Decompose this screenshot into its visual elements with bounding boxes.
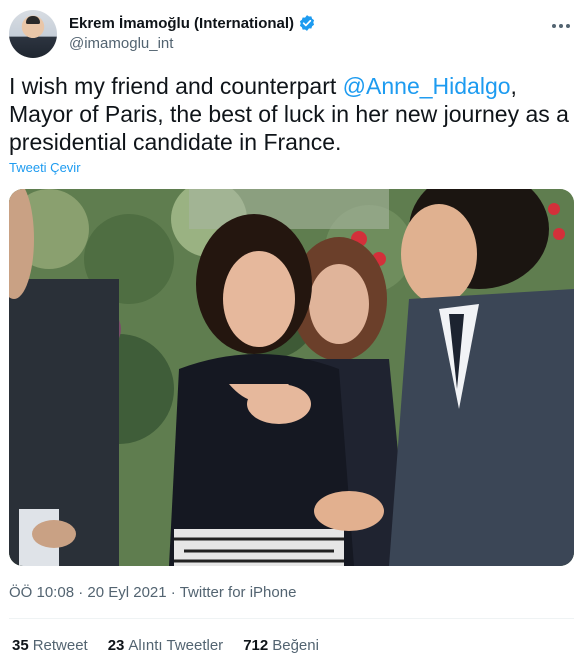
retweet-label: Retweet <box>32 637 88 654</box>
tweet-stats: 35 Retweet 23 Alıntı Tweetler 712 Beğeni <box>12 637 319 654</box>
retweet-count: 35 <box>12 637 29 654</box>
like-label: Beğeni <box>272 637 319 654</box>
quote-stat[interactable]: 23 Alıntı Tweetler <box>108 637 223 654</box>
avatar[interactable] <box>9 10 57 58</box>
tweet-meta: ÖÖ 10:08 · 20 Eyl 2021 · Twitter for iPh… <box>9 584 296 601</box>
verified-badge-icon <box>299 15 315 31</box>
more-horizontal-icon[interactable] <box>549 14 573 38</box>
tweet-time[interactable]: ÖÖ 10:08 <box>9 584 74 601</box>
like-count: 712 <box>243 637 269 654</box>
photo-illustration <box>9 189 574 566</box>
meta-separator: · <box>74 584 88 601</box>
display-name[interactable]: Ekrem İmamoğlu (International) <box>69 15 294 32</box>
author-names: Ekrem İmamoğlu (International) @imamoglu… <box>69 12 316 52</box>
like-stat[interactable]: 712 Beğeni <box>243 637 319 654</box>
tweet-text: I wish my friend and counterpart @Anne_H… <box>9 72 569 156</box>
quote-count: 23 <box>107 637 125 654</box>
tweet-text-before: I wish my friend and counterpart <box>9 73 343 99</box>
retweet-stat[interactable]: 35 Retweet <box>12 637 88 654</box>
tweet-header: Ekrem İmamoğlu (International) @imamoglu… <box>9 10 573 58</box>
tweet-source: Twitter for iPhone <box>179 584 297 601</box>
display-name-row: Ekrem İmamoğlu (International) <box>69 12 316 34</box>
meta-separator-2: · <box>166 584 180 601</box>
tweet-date[interactable]: 20 Eyl 2021 <box>87 584 166 601</box>
quote-label: Alıntı Tweetler <box>128 637 224 654</box>
handle[interactable]: @imamoglu_int <box>69 35 316 52</box>
tweet-photo[interactable] <box>9 189 574 566</box>
translate-link[interactable]: Tweeti Çevir <box>9 160 81 175</box>
divider <box>9 618 574 619</box>
mention-link[interactable]: @Anne_Hidalgo <box>343 73 511 99</box>
